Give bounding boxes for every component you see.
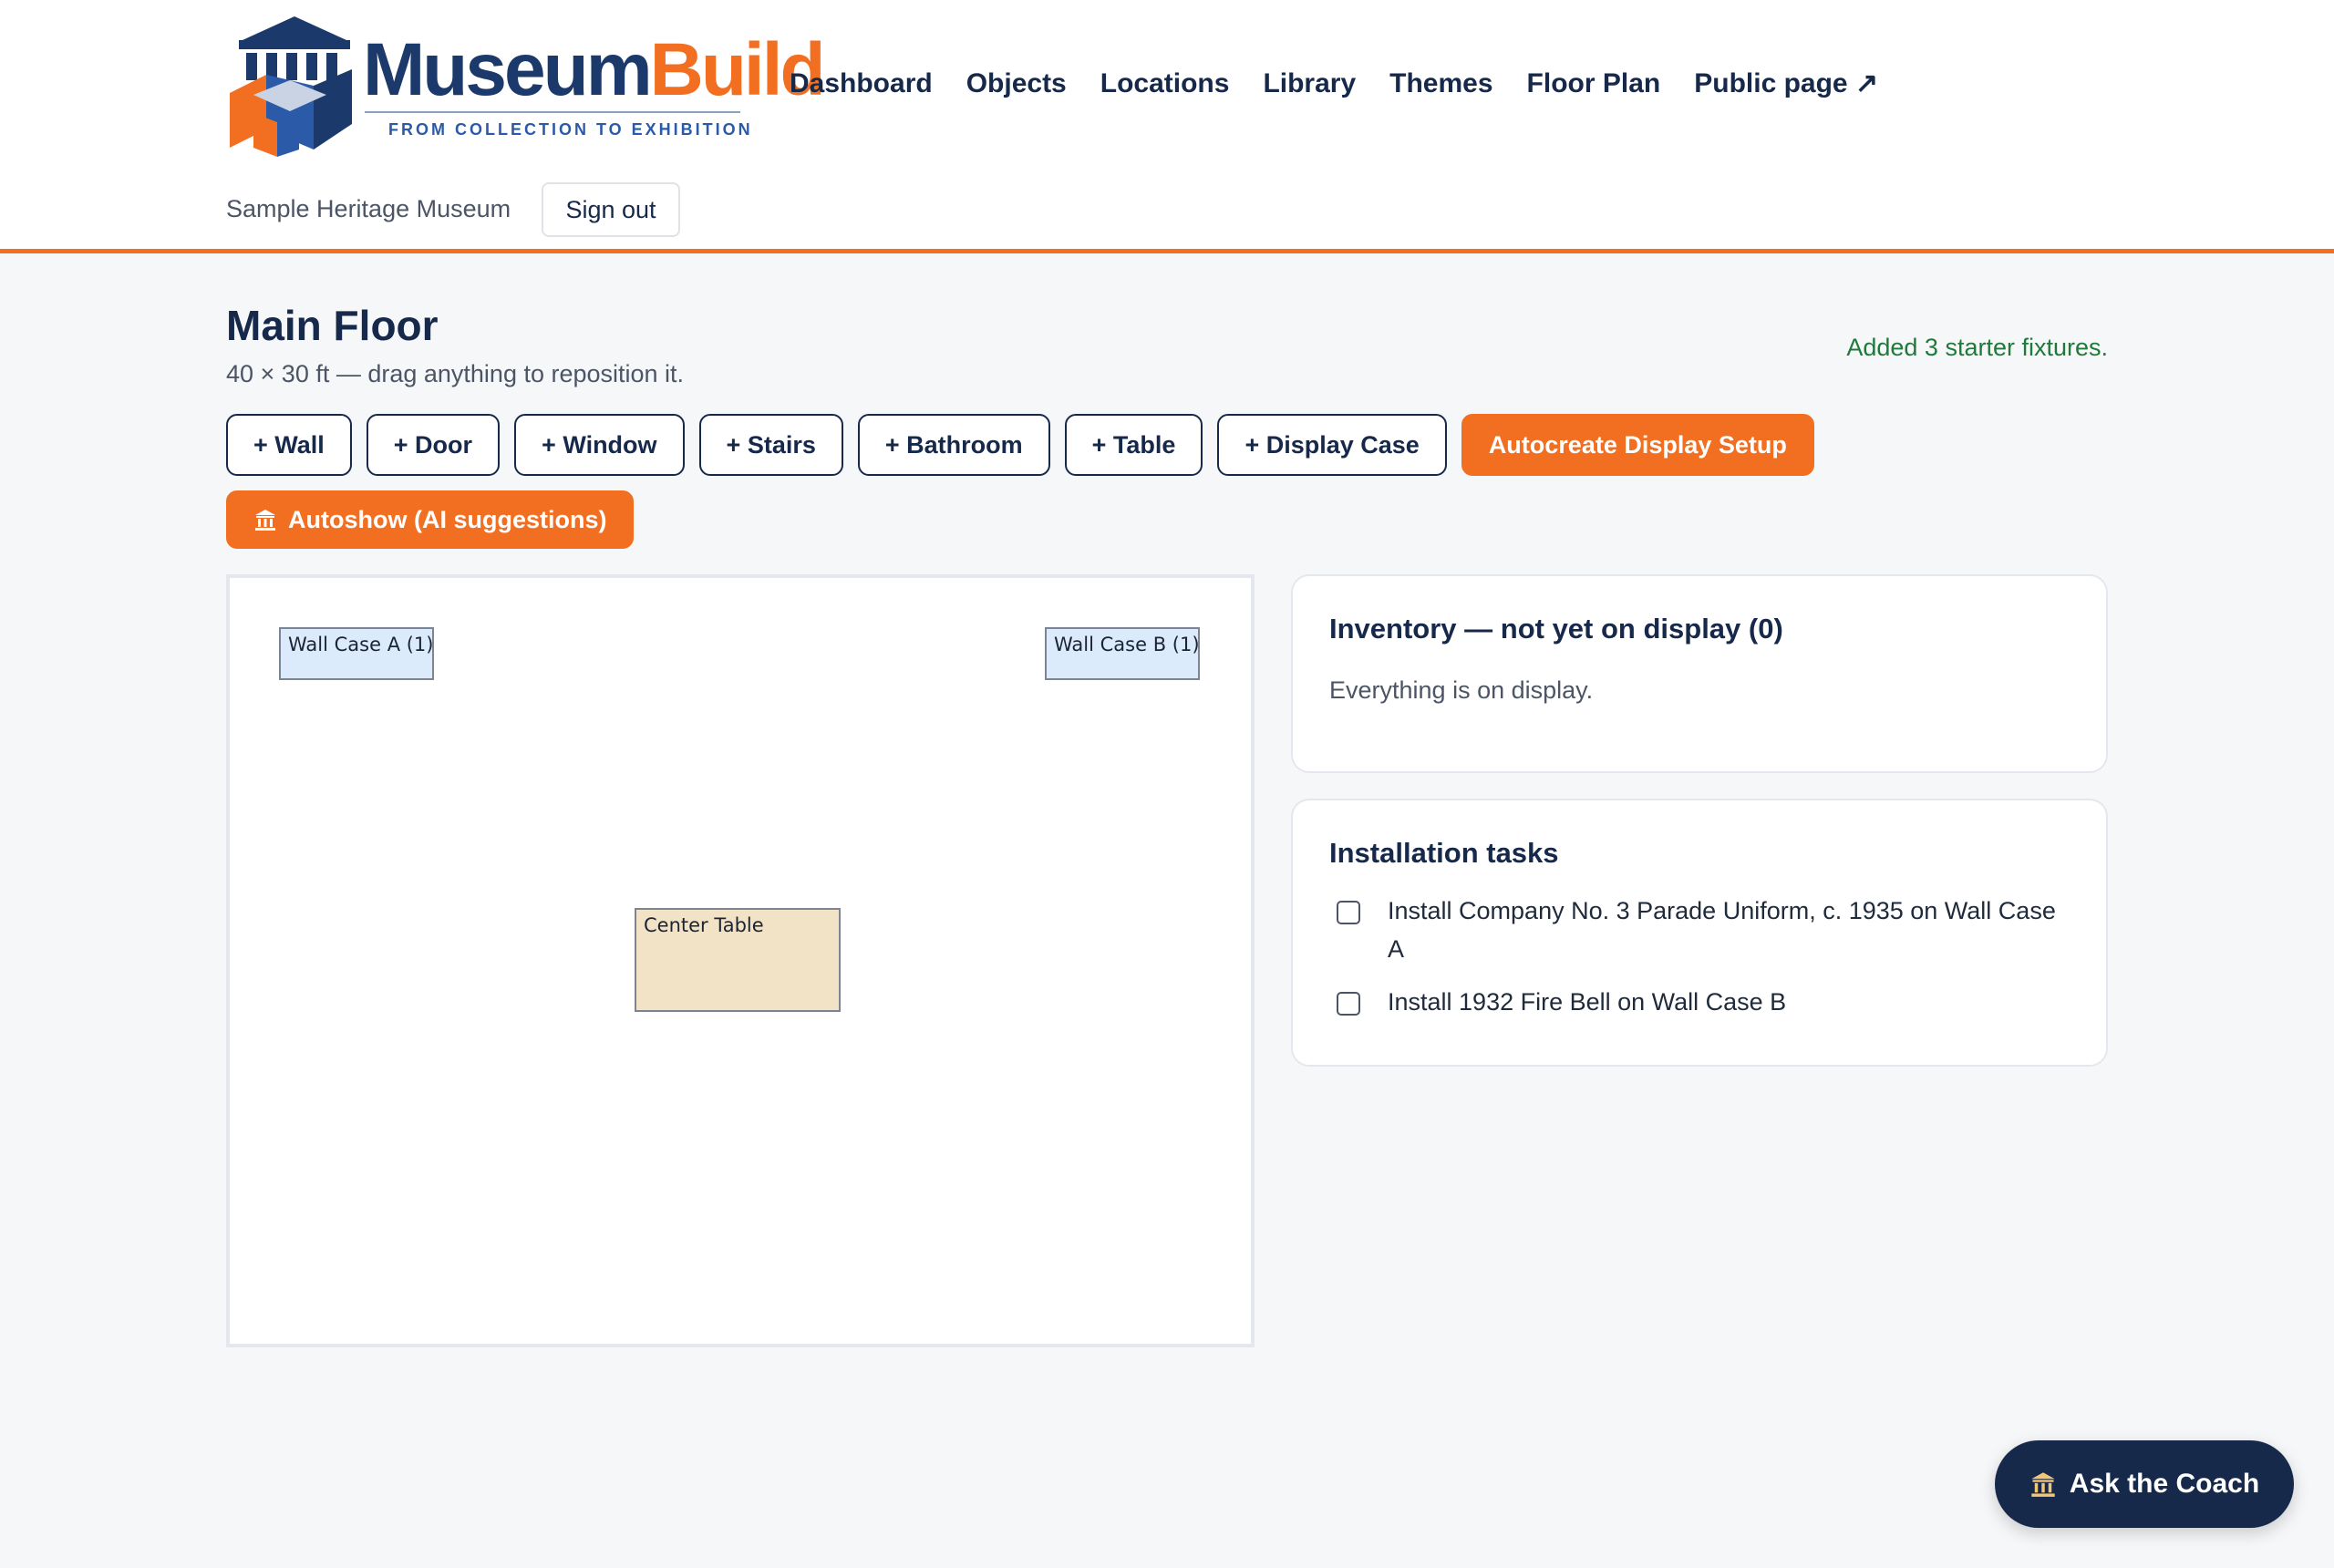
fixture-toolbar: + Wall + Door + Window + Stairs + Bathro… <box>226 414 1958 476</box>
add-bathroom-button[interactable]: + Bathroom <box>857 414 1050 476</box>
task-item[interactable]: Install 1932 Fire Bell on Wall Case B <box>1337 983 2066 1021</box>
coach-label: Ask the Coach <box>2069 1469 2260 1499</box>
task-label: Install Company No. 3 Parade Uniform, c.… <box>1388 897 2056 963</box>
nav-library[interactable]: Library <box>1263 68 1356 99</box>
nav-themes[interactable]: Themes <box>1389 68 1492 99</box>
museumbuild-logo[interactable]: MuseumBuild FROM COLLECTION TO EXHIBITIO… <box>226 13 826 159</box>
add-door-button[interactable]: + Door <box>366 414 501 476</box>
task-checkbox[interactable] <box>1337 992 1360 1016</box>
fixture-center-table[interactable]: Center Table <box>635 908 841 1012</box>
flash-message: Added 3 starter fixtures. <box>1846 334 2108 361</box>
logo-wordmark: MuseumBuild <box>363 33 826 108</box>
inventory-empty-text: Everything is on display. <box>1329 676 1594 704</box>
nav-dashboard[interactable]: Dashboard <box>790 68 933 99</box>
site-header: MuseumBuild FROM COLLECTION TO EXHIBITIO… <box>0 0 2334 253</box>
fixture-wall-case-a[interactable]: Wall Case A (1) <box>279 627 434 680</box>
nav-locations[interactable]: Locations <box>1100 68 1230 99</box>
logo-divider <box>365 111 740 113</box>
museum-icon <box>2031 1472 2055 1497</box>
page-subtitle: 40 × 30 ft — drag anything to reposition… <box>226 360 685 387</box>
add-window-button[interactable]: + Window <box>514 414 685 476</box>
task-item[interactable]: Install Company No. 3 Parade Uniform, c.… <box>1337 892 2066 968</box>
ask-the-coach-button[interactable]: Ask the Coach <box>1995 1440 2294 1528</box>
sign-out-button[interactable]: Sign out <box>542 182 680 237</box>
page-title: Main Floor <box>226 302 439 349</box>
nav-floor-plan[interactable]: Floor Plan <box>1527 68 1661 99</box>
organization-name: Sample Heritage Museum <box>226 195 511 222</box>
tasks-title: Installation tasks <box>1329 837 1559 869</box>
fixture-wall-case-b[interactable]: Wall Case B (1) <box>1045 627 1200 680</box>
autoshow-button[interactable]: Autoshow (AI suggestions) <box>226 490 635 549</box>
autocreate-display-setup-button[interactable]: Autocreate Display Setup <box>1461 414 1814 476</box>
installation-tasks-panel: Installation tasks Install Company No. 3… <box>1291 799 2108 1067</box>
add-table-button[interactable]: + Table <box>1064 414 1203 476</box>
add-wall-button[interactable]: + Wall <box>226 414 352 476</box>
logo-word-museum: Museum <box>363 28 653 111</box>
add-display-case-button[interactable]: + Display Case <box>1217 414 1447 476</box>
inventory-title: Inventory — not yet on display (0) <box>1329 613 1783 645</box>
task-label: Install 1932 Fire Bell on Wall Case B <box>1388 988 1787 1016</box>
logo-tagline: FROM COLLECTION TO EXHIBITION <box>388 120 753 139</box>
nav-public-page[interactable]: Public page ↗ <box>1694 67 1878 99</box>
museum-building-logo-icon <box>230 16 352 157</box>
nav-objects[interactable]: Objects <box>966 68 1067 99</box>
inventory-panel: Inventory — not yet on display (0) Every… <box>1291 574 2108 773</box>
main-nav: Dashboard Objects Locations Library Them… <box>790 67 1878 99</box>
museum-icon <box>255 510 275 531</box>
task-checkbox[interactable] <box>1337 901 1360 924</box>
autoshow-label: Autoshow (AI suggestions) <box>288 505 607 533</box>
add-stairs-button[interactable]: + Stairs <box>698 414 843 476</box>
ai-toolbar: Autoshow (AI suggestions) <box>226 490 635 549</box>
floor-plan-canvas[interactable]: Wall Case A (1) Wall Case B (1) Center T… <box>226 574 1255 1347</box>
